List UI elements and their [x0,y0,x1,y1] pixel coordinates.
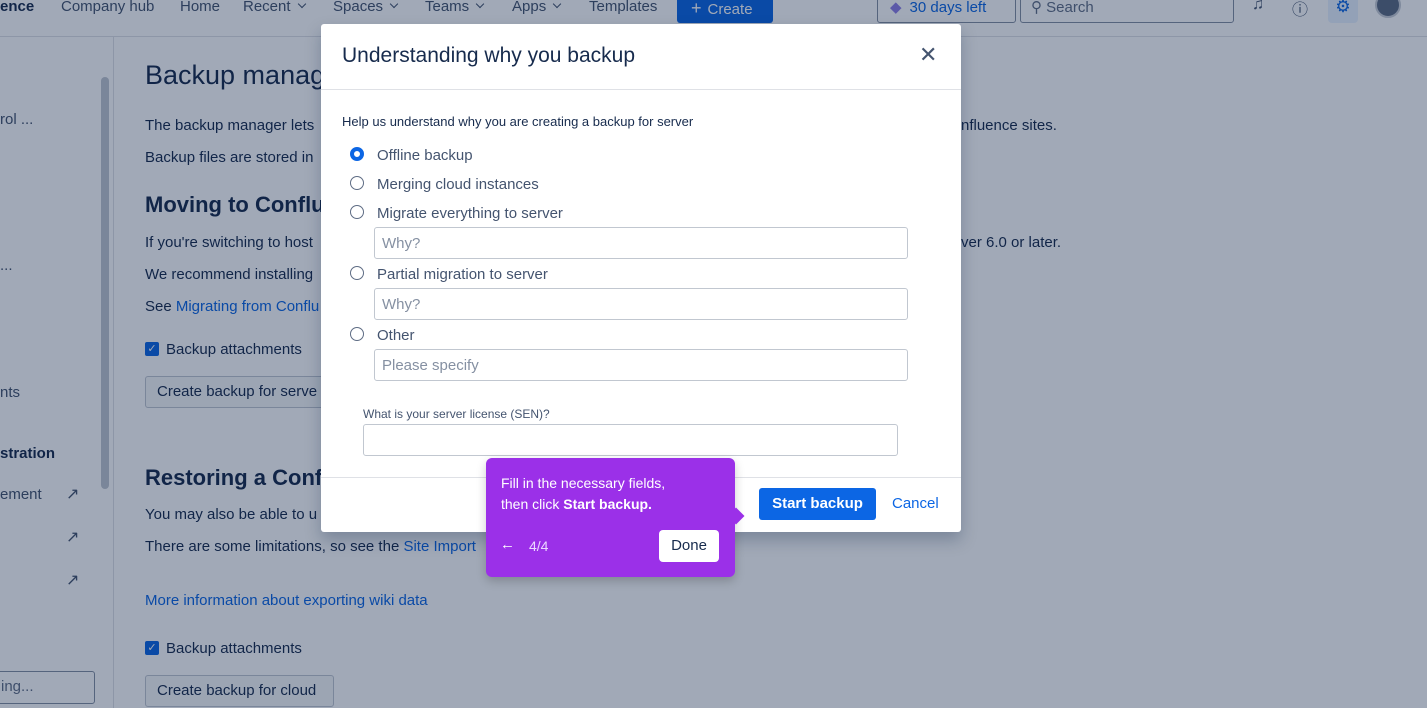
tour-instruction-line: Fill in the necessary fields, [501,475,666,491]
tour-instruction-line: then click Start backup. [501,496,652,512]
sen-input[interactable] [363,424,898,456]
done-button[interactable]: Done [659,530,719,562]
start-backup-button[interactable]: Start backup [759,488,876,520]
cancel-button[interactable]: Cancel [892,495,939,512]
radio-partial-migration[interactable] [350,266,364,280]
migrate-everything-reason-input[interactable]: Why? [374,227,908,259]
close-icon[interactable]: ✕ [919,44,937,66]
back-arrow-icon[interactable]: ← [500,536,515,553]
guided-tour-tooltip: Fill in the necessary fields, then click… [486,458,745,577]
backup-reason-dialog: Understanding why you backup ✕ Help us u… [321,24,961,532]
dialog-header: Understanding why you backup ✕ [321,24,961,90]
radio-migrate-everything[interactable] [350,205,364,219]
tour-emphasis: Start backup. [563,496,652,512]
partial-migration-reason-input[interactable]: Why? [374,288,908,320]
tour-text: then click [501,496,564,512]
dialog-help-text: Help us understand why you are creating … [342,114,694,129]
radio-other[interactable] [350,327,364,341]
radio-label: Merging cloud instances [377,176,539,193]
tour-step-counter: 4/4 [529,538,549,554]
radio-label: Partial migration to server [377,266,548,283]
radio-label: Other [377,327,415,344]
radio-merging-cloud[interactable] [350,176,364,190]
radio-label: Offline backup [377,147,473,164]
dialog-title: Understanding why you backup [342,44,636,67]
other-reason-input[interactable]: Please specify [374,349,908,381]
radio-offline-backup[interactable] [350,147,364,161]
radio-label: Migrate everything to server [377,205,563,222]
sen-field-label: What is your server license (SEN)? [363,407,550,421]
